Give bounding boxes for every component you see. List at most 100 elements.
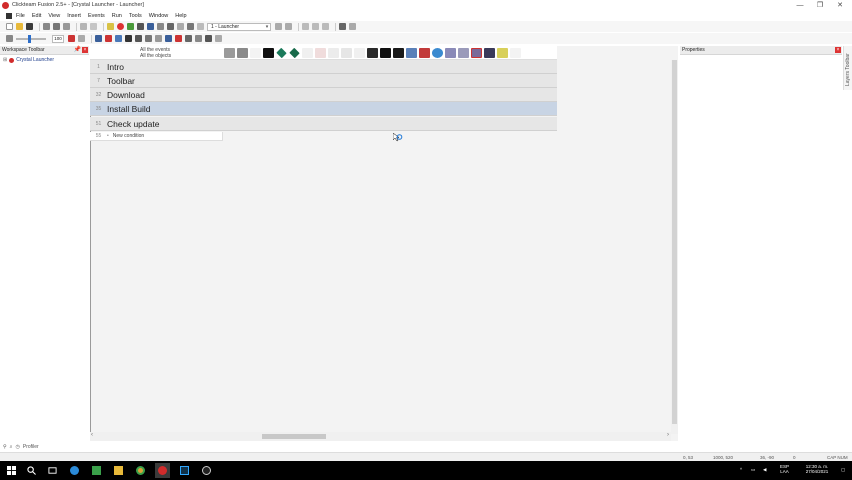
redo-icon[interactable] (90, 23, 97, 30)
tree-expander-icon[interactable]: ⊞ (3, 57, 7, 63)
properties-close-icon[interactable]: × (835, 47, 841, 53)
scroll-right-icon[interactable]: › (667, 432, 669, 438)
volume-icon[interactable]: ◀ (763, 467, 766, 472)
horizontal-scrollbar[interactable]: ‹ › (90, 432, 671, 441)
selected-object-icon[interactable] (471, 48, 482, 58)
ini-object-icon[interactable] (406, 48, 417, 58)
menu-file[interactable]: File (16, 13, 25, 19)
clock[interactable]: 12:30 a. m. 27/04/2021 (797, 464, 837, 474)
counter-object-icon[interactable] (341, 48, 352, 58)
empty-object-slot[interactable] (510, 48, 521, 58)
new-file-icon[interactable] (6, 23, 13, 30)
storyboard-object-icon[interactable] (250, 48, 261, 58)
vertical-scroll-thumb[interactable] (672, 60, 677, 424)
event-group-icon[interactable] (125, 35, 132, 42)
frame-selector[interactable]: 1 - Launcher ▾ (207, 22, 271, 31)
edit-box-object-icon[interactable] (497, 48, 508, 58)
pin-icon[interactable]: 📌 (74, 46, 81, 53)
event-view-icon[interactable] (165, 35, 172, 42)
horizontal-scroll-thumb[interactable] (262, 434, 326, 439)
menu-help[interactable]: Help (175, 13, 186, 19)
event-editor-icon[interactable] (157, 23, 164, 30)
swap-icon[interactable] (197, 23, 204, 30)
event-expand-icon[interactable] (185, 35, 192, 42)
menu-tools[interactable]: Tools (129, 13, 142, 19)
save-object-icon[interactable] (419, 48, 430, 58)
previous-frame-icon[interactable] (275, 23, 282, 30)
undo-icon[interactable] (80, 23, 87, 30)
zoom-slider-handle[interactable] (28, 34, 31, 43)
search-icon[interactable]: ⌕ (10, 444, 13, 450)
frame-editor-icon[interactable] (147, 23, 154, 30)
picture-object-icon[interactable] (393, 48, 404, 58)
new-condition-row[interactable]: 55 • New condition (90, 132, 223, 141)
clickteam-app-active[interactable] (155, 463, 170, 478)
panel-close-icon[interactable]: × (82, 47, 88, 53)
backdrop-object-icon[interactable] (328, 48, 339, 58)
special-object-icon[interactable] (224, 48, 235, 58)
paste-icon[interactable] (63, 23, 70, 30)
event-group-row[interactable]: 7 Toolbar (90, 74, 557, 88)
active-object-icon[interactable] (315, 48, 326, 58)
create-object-icon[interactable] (263, 48, 274, 58)
window-arrange-icon[interactable] (322, 23, 329, 30)
window-cascade-icon[interactable] (312, 23, 319, 30)
edge-app[interactable] (67, 463, 82, 478)
zoom-slider[interactable] (16, 34, 46, 43)
event-search-icon[interactable] (135, 35, 142, 42)
grid-icon[interactable] (68, 35, 75, 42)
task-view-button[interactable] (45, 463, 60, 478)
file-explorer-app[interactable] (111, 463, 126, 478)
window-close-icon[interactable] (349, 23, 356, 30)
menu-run[interactable]: Run (112, 13, 122, 19)
sound-object-icon[interactable] (237, 48, 248, 58)
event-filter-icon[interactable] (145, 35, 152, 42)
maximize-button[interactable]: ❐ (810, 0, 830, 10)
network-icon[interactable]: ▭ (751, 467, 755, 472)
data-elements-icon[interactable] (177, 23, 184, 30)
chrome-app[interactable] (133, 463, 148, 478)
menu-edit[interactable]: Edit (32, 13, 41, 19)
windows-start-button[interactable] (4, 463, 19, 478)
menu-events[interactable]: Events (88, 13, 105, 19)
event-debug-icon[interactable] (205, 35, 212, 42)
blank-object-icon[interactable] (302, 48, 313, 58)
save-icon[interactable] (26, 23, 33, 30)
scroll-left-icon[interactable]: ‹ (91, 432, 93, 438)
search-button[interactable] (24, 463, 39, 478)
menu-insert[interactable]: Insert (67, 13, 81, 19)
open-folder-icon[interactable] (16, 23, 23, 30)
next-frame-icon[interactable] (285, 23, 292, 30)
event-group-row[interactable]: 32 Download (90, 88, 557, 102)
copy-icon[interactable] (53, 23, 60, 30)
clock-icon[interactable]: ◷ (15, 444, 19, 450)
language-indicator[interactable]: ESP LAA (780, 464, 789, 474)
storyboard-icon[interactable] (137, 23, 144, 30)
list-object-icon[interactable] (458, 48, 469, 58)
event-delete-icon[interactable] (105, 35, 112, 42)
photoshop-app[interactable] (177, 463, 192, 478)
stop-icon[interactable] (117, 23, 124, 30)
store-app[interactable] (89, 463, 104, 478)
cut-icon[interactable] (43, 23, 50, 30)
close-button[interactable]: ✕ (830, 0, 850, 10)
snap-icon[interactable] (78, 35, 85, 42)
zoom-field[interactable]: 100 (52, 34, 64, 43)
menu-window[interactable]: Window (149, 13, 169, 19)
event-group-row-selected[interactable]: 35 Install Build (90, 102, 557, 116)
debugger-icon[interactable]: ⚲ (3, 444, 7, 450)
tree-item-crystal-launcher[interactable]: ⊞ Crystal Launcher (3, 57, 54, 63)
timer-object-icon[interactable] (289, 47, 300, 59)
event-group-row[interactable]: 1 Intro (90, 60, 557, 74)
notifications-icon[interactable]: ▢ (841, 467, 845, 472)
event-comment-icon[interactable] (115, 35, 122, 42)
layers-toolbar-tab[interactable]: Layers Toolbar (843, 46, 852, 90)
vertical-scrollbar[interactable] (671, 60, 678, 434)
tray-chevron-icon[interactable]: ^ (740, 467, 742, 472)
window-tile-icon[interactable] (302, 23, 309, 30)
fullscreen-icon[interactable] (339, 23, 346, 30)
run-icon[interactable] (127, 23, 134, 30)
steam-app[interactable] (199, 463, 214, 478)
frame-object-icon[interactable] (380, 48, 391, 58)
zoom-icon[interactable] (6, 35, 13, 42)
